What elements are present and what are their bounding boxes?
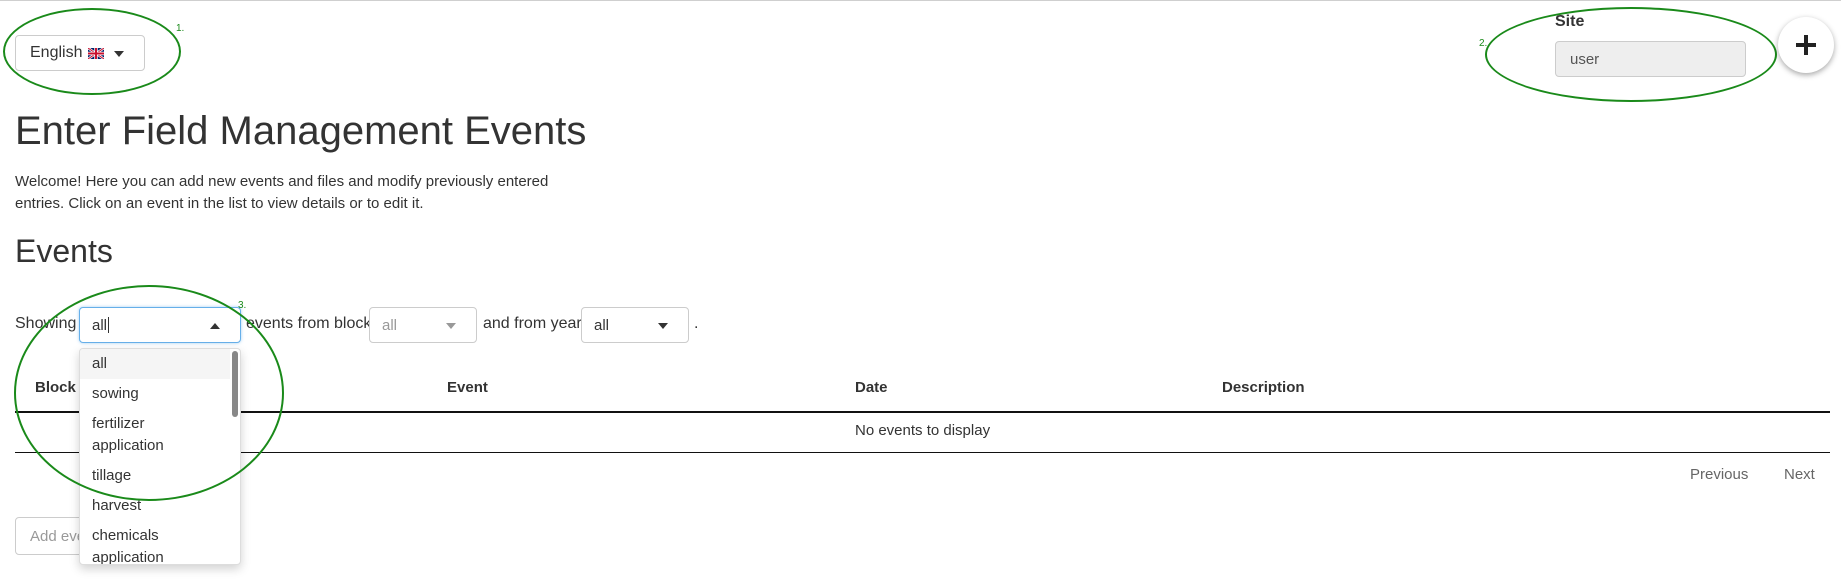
option-harvest[interactable]: harvest [80, 491, 230, 521]
dropdown-scrollbar[interactable] [232, 351, 238, 417]
option-sowing[interactable]: sowing [80, 379, 230, 409]
site-value: user [1570, 50, 1600, 68]
option-tillage[interactable]: tillage [80, 461, 230, 491]
welcome-text: Welcome! Here you can add new events and… [15, 173, 549, 212]
year-select[interactable]: all [581, 307, 689, 343]
plus-icon [1796, 35, 1816, 55]
table-bottom-divider [15, 452, 1830, 453]
option-fertilizer-application[interactable]: fertilizer application [80, 409, 230, 461]
event-type-dropdown-menu: all sowing fertilizer application tillag… [79, 348, 241, 565]
filter-period: . [694, 315, 699, 332]
option-all[interactable]: all [80, 349, 230, 379]
add-button[interactable] [1778, 17, 1834, 73]
text-cursor [108, 317, 110, 333]
from-block-label: events from block [246, 315, 372, 332]
from-year-label: and from year [483, 315, 582, 332]
column-header-event[interactable]: Event [447, 379, 488, 396]
column-header-block[interactable]: Block [35, 379, 76, 396]
site-label: Site [1555, 13, 1585, 30]
block-value: all [382, 316, 398, 334]
annotation-number-2: 2. [1479, 38, 1488, 49]
pagination-next[interactable]: Next [1784, 466, 1815, 483]
language-label: English [30, 44, 83, 61]
chevron-down-icon [446, 323, 456, 329]
event-type-options: all sowing fertilizer application tillag… [80, 349, 230, 564]
column-header-date[interactable]: Date [855, 379, 888, 396]
annotation-number-3: 3. [238, 300, 247, 311]
event-type-select[interactable]: all [79, 307, 241, 343]
column-header-description[interactable]: Description [1222, 379, 1305, 396]
table-header-divider [15, 411, 1830, 413]
events-title: Events [15, 233, 113, 269]
chevron-down-icon [114, 51, 124, 57]
pagination-previous[interactable]: Previous [1690, 466, 1748, 483]
uk-flag-icon [88, 47, 105, 59]
site-field: user [1555, 41, 1746, 77]
language-dropdown[interactable]: English [15, 35, 145, 71]
page-title: Enter Field Management Events [15, 109, 587, 153]
empty-table-message: No events to display [855, 422, 991, 439]
chevron-up-icon [210, 323, 220, 329]
showing-label: Showing [15, 315, 77, 332]
chevron-down-icon [658, 323, 668, 329]
annotation-number-1: 1. [176, 23, 185, 34]
year-value: all [594, 316, 610, 334]
page: English 1. Site user 2. Enter Field Mana… [0, 0, 1841, 583]
event-type-value: all [92, 316, 108, 334]
option-chemicals-application[interactable]: chemicals application [80, 521, 230, 564]
block-select[interactable]: all [369, 307, 477, 343]
